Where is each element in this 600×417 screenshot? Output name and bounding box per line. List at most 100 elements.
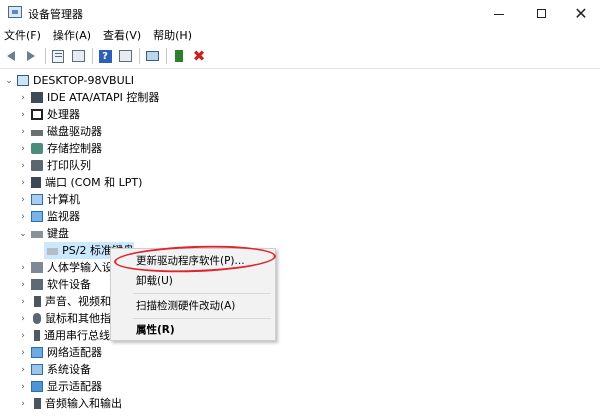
storage-controller-icon (31, 143, 43, 154)
forward-button[interactable] (22, 47, 40, 65)
tree-item-disk-drives[interactable]: › 磁盘驱动器 (18, 123, 102, 140)
title-bar: 设备管理器 ✕ (0, 0, 600, 26)
chevron-right-icon[interactable]: › (18, 276, 28, 293)
window-title: 设备管理器 (28, 8, 83, 21)
tree-item-label: 端口 (COM 和 LPT) (45, 176, 143, 189)
details-button[interactable] (69, 47, 87, 65)
back-button[interactable] (2, 47, 20, 65)
chevron-right-icon[interactable]: › (18, 89, 28, 106)
tree-root-label: DESKTOP-98VBULI (33, 74, 134, 87)
tree-item-label: 显示适配器 (47, 380, 102, 393)
tree-item-sound-video[interactable]: › 声音、视频和 (18, 293, 111, 310)
help-icon: ? (98, 49, 112, 63)
tree-item-label: IDE ATA/ATAPI 控制器 (47, 91, 160, 104)
menu-separator (133, 318, 271, 319)
tree-item-software-devices[interactable]: › 软件设备 (18, 276, 91, 293)
chevron-right-icon[interactable]: › (18, 344, 28, 361)
chevron-right-icon[interactable]: › (18, 310, 28, 327)
tree-item-processor[interactable]: › 处理器 (18, 106, 80, 123)
toolbar-separator (45, 48, 46, 64)
view-button[interactable] (116, 47, 134, 65)
tree-item-label: 声音、视频和 (45, 295, 111, 308)
toolbar-separator (139, 48, 140, 64)
toolbar: ? ✖ (0, 45, 600, 67)
chevron-right-icon[interactable]: › (18, 361, 28, 378)
maximize-button[interactable] (520, 0, 562, 26)
speaker-icon (34, 296, 41, 307)
tree-item-ide[interactable]: › IDE ATA/ATAPI 控制器 (18, 89, 159, 106)
tree-item-computer[interactable]: › 计算机 (18, 191, 80, 208)
ide-controller-icon (31, 92, 43, 103)
software-device-icon (31, 279, 43, 290)
mouse-icon (33, 313, 41, 324)
tree-item-print-queues[interactable]: › 打印队列 (18, 157, 91, 174)
tree-item-mice[interactable]: › 鼠标和其他指 (18, 310, 111, 327)
menu-help[interactable]: 帮助(H) (147, 27, 198, 44)
toolbar-separator (92, 48, 93, 64)
tree-item-label: 磁盘驱动器 (47, 125, 102, 138)
chevron-down-icon[interactable]: ⌄ (4, 72, 14, 89)
forward-arrow-icon (27, 51, 35, 61)
tree-item-label: 存储控制器 (47, 142, 102, 155)
tree-item-label: 处理器 (47, 108, 80, 121)
menu-file[interactable]: 文件(F) (0, 27, 47, 44)
chevron-right-icon[interactable]: › (18, 140, 28, 157)
device-manager-icon (8, 6, 22, 18)
chevron-right-icon[interactable]: › (18, 208, 28, 225)
minimize-icon (494, 13, 504, 15)
printer-icon (31, 160, 43, 171)
close-button[interactable]: ✕ (560, 0, 600, 26)
tree-item-label: 通用串行总线 (44, 329, 110, 342)
keyboard-icon (31, 231, 43, 238)
help-button[interactable]: ? (96, 47, 114, 65)
chevron-right-icon[interactable]: › (18, 378, 28, 395)
tree-item-audio-io[interactable]: › 音频输入和输出 (18, 395, 122, 412)
system-device-icon (31, 364, 43, 375)
maximize-icon (536, 8, 546, 18)
menu-bar: 文件(F) 操作(A) 查看(V) 帮助(H) (0, 27, 600, 44)
chevron-right-icon[interactable]: › (18, 123, 28, 140)
chevron-right-icon[interactable]: › (18, 174, 28, 191)
chevron-right-icon[interactable]: › (18, 106, 28, 123)
tree-item-storage-controllers[interactable]: › 存储控制器 (18, 140, 102, 157)
port-icon (31, 177, 41, 188)
tree-item-usb[interactable]: › 通用串行总线 (18, 327, 110, 344)
tree-item-ports[interactable]: › 端口 (COM 和 LPT) (18, 174, 142, 191)
menu-view[interactable]: 查看(V) (97, 27, 147, 44)
tree-item-system-devices[interactable]: › 系统设备 (18, 361, 91, 378)
chevron-right-icon[interactable]: › (18, 293, 28, 310)
properties-button[interactable] (49, 47, 67, 65)
tree-item-network-adapters[interactable]: › 网络适配器 (18, 344, 102, 361)
usb-icon (34, 330, 40, 341)
toolbar-separator (166, 48, 167, 64)
uninstall-button[interactable]: ✖ (190, 47, 208, 65)
monitor-icon (145, 51, 159, 61)
tree-item-label: 系统设备 (47, 363, 91, 376)
toolbar-divider (0, 68, 600, 69)
close-icon: ✕ (574, 3, 588, 23)
tree-item-keyboards[interactable]: ⌄ 键盘 (18, 225, 69, 242)
menu-action[interactable]: 操作(A) (47, 27, 97, 44)
details-sheet-icon (71, 50, 85, 62)
chevron-right-icon[interactable]: › (18, 157, 28, 174)
menu-item-uninstall[interactable]: 卸载(U) (111, 272, 275, 290)
monitor-icon (31, 211, 43, 222)
tree-item-label: 键盘 (47, 227, 69, 240)
chevron-down-icon[interactable]: ⌄ (18, 225, 28, 242)
chevron-right-icon[interactable]: › (18, 259, 28, 276)
scan-hardware-button[interactable] (143, 47, 161, 65)
tree-item-label: 网络适配器 (47, 346, 102, 359)
properties-sheet-icon (52, 49, 64, 63)
chevron-right-icon[interactable]: › (18, 395, 28, 412)
menu-item-properties[interactable]: 属性(R) (111, 321, 275, 339)
tree-item-hid[interactable]: › 人体学输入设 (18, 259, 113, 276)
tree-item-monitors[interactable]: › 监视器 (18, 208, 80, 225)
chevron-right-icon[interactable]: › (18, 327, 28, 344)
tree-root[interactable]: ⌄ DESKTOP-98VBULI (4, 72, 134, 89)
chevron-right-icon[interactable]: › (18, 191, 28, 208)
tree-item-display-adapters[interactable]: › 显示适配器 (18, 378, 102, 395)
tree-item-label: 打印队列 (47, 159, 91, 172)
update-driver-button[interactable] (170, 47, 188, 65)
minimize-button[interactable] (478, 0, 520, 26)
menu-item-scan-hardware[interactable]: 扫描检测硬件改动(A) (111, 297, 275, 315)
